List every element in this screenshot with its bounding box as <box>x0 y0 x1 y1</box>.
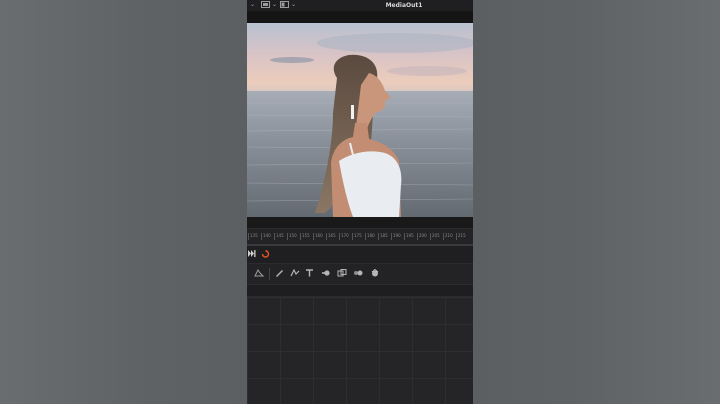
background-tool-icon[interactable] <box>253 269 264 279</box>
loop-icon[interactable] <box>260 250 270 260</box>
ruler-tick: 175 <box>352 233 362 240</box>
ruler-tick: 140 <box>261 233 271 240</box>
mask-tool-icon[interactable] <box>289 268 300 279</box>
ruler-tick: 190 <box>391 233 401 240</box>
ruler-tick: 180 <box>365 233 375 240</box>
ruler-tick: 155 <box>300 233 310 240</box>
ruler-tick: 185 <box>378 233 388 240</box>
viewer-footer <box>247 217 473 228</box>
time-ruler[interactable]: 135 140 145 150 155 160 165 170 175 180 … <box>247 228 473 245</box>
paint-tool-icon[interactable] <box>274 269 285 279</box>
fusion-app-window: ⌄ ⌄ ⌄ MediaOut1 135 140 145 150 155 160 … <box>247 0 473 404</box>
left-background <box>0 0 247 404</box>
toolbar-divider <box>269 268 270 280</box>
ruler-tick: 200 <box>417 233 427 240</box>
title-bar: ⌄ ⌄ ⌄ MediaOut1 <box>247 0 473 11</box>
ruler-tick: 195 <box>404 233 414 240</box>
blur-tool-icon[interactable] <box>352 269 363 279</box>
transport-controls <box>247 246 473 264</box>
right-background <box>473 0 720 404</box>
text-tool-icon[interactable] <box>304 269 315 279</box>
node-editor-canvas[interactable] <box>247 297 473 404</box>
ruler-tick: 135 <box>248 233 258 240</box>
ruler-tick: 170 <box>339 233 349 240</box>
viewer-image[interactable] <box>247 23 473 217</box>
ruler-tick: 210 <box>443 233 453 240</box>
ruler-tick: 215 <box>456 233 466 240</box>
merge-tool-icon[interactable] <box>320 269 331 279</box>
viewer-header <box>247 11 473 23</box>
tool-bar <box>247 264 473 285</box>
node-editor-header <box>247 285 473 297</box>
skip-to-end-icon[interactable] <box>247 250 257 260</box>
ruler-tick: 160 <box>313 233 323 240</box>
viewer-title: MediaOut1 <box>385 2 423 9</box>
ruler-tick: 165 <box>326 233 336 240</box>
ruler-tick: 145 <box>274 233 284 240</box>
ruler-tick: 150 <box>287 233 297 240</box>
transform-tool-icon[interactable] <box>336 269 347 279</box>
ruler-tick: 205 <box>430 233 440 240</box>
effect-tool-icon[interactable] <box>369 268 380 279</box>
